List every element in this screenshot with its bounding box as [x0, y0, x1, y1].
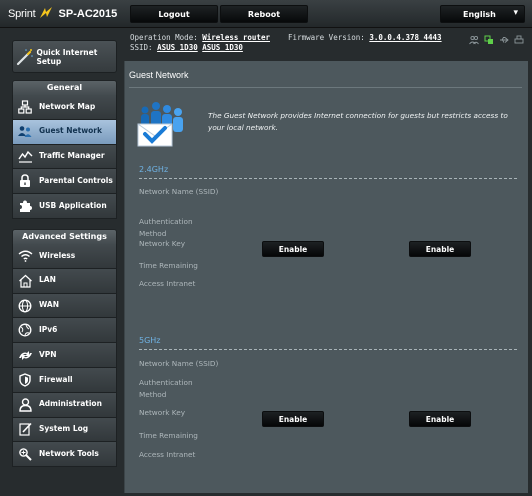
logout-button[interactable]: Logout	[130, 5, 218, 23]
field-label-authentication: Authentication Method	[139, 217, 193, 238]
globe-icon	[13, 294, 37, 318]
system-log-icon	[13, 417, 37, 441]
ssid-label: SSID:	[130, 43, 153, 52]
shield-icon	[13, 368, 37, 392]
enable-24ghz-guest2-button[interactable]: Enable	[409, 241, 471, 257]
status-icons	[469, 35, 524, 47]
brand-logo: Sprint SP-AC2015	[8, 6, 117, 22]
title-divider	[129, 87, 522, 88]
sidebar-item-system-log[interactable]: System Log	[12, 417, 117, 443]
guest-network-illustration-icon	[136, 98, 196, 150]
sidebar-item-label: USB Application	[39, 200, 107, 210]
language-select[interactable]: English ▾	[440, 5, 525, 23]
band-24ghz-title: 2.4GHz	[139, 165, 169, 174]
usb-icon[interactable]	[499, 35, 509, 47]
band-24ghz-divider	[139, 178, 517, 179]
ssid-5-link[interactable]: ASUS_1D30	[202, 43, 243, 52]
quick-internet-setup-button[interactable]: Quick Internet Setup	[12, 40, 117, 73]
wifi-icon	[13, 244, 37, 268]
vpn-icon	[13, 343, 37, 367]
page-title: Guest Network	[129, 70, 189, 80]
model-name: SP-AC2015	[58, 8, 118, 20]
sidebar-item-firewall[interactable]: Firewall	[12, 367, 117, 393]
sidebar-item-wireless[interactable]: Wireless	[12, 244, 117, 269]
sidebar-item-label: Wireless	[39, 250, 76, 260]
field-label-network-key: Network Key	[139, 239, 186, 248]
sidebar-item-usb-application[interactable]: USB Application	[12, 194, 117, 219]
sidebar-item-traffic-manager[interactable]: Traffic Manager	[12, 144, 117, 170]
field-label-ssid: Network Name (SSID)	[139, 359, 219, 368]
field-label-authentication: Authentication Method	[139, 378, 193, 399]
operation-mode-label: Operation Mode:	[130, 33, 198, 42]
sidebar-item-label: LAN	[39, 275, 56, 285]
guest-network-description: The Guest Network provides Internet conn…	[208, 111, 508, 132]
sidebar-item-label: Administration	[39, 399, 102, 409]
sprint-swoosh-icon	[39, 6, 53, 23]
lock-icon	[13, 169, 37, 193]
carrier-name: Sprint	[8, 8, 36, 20]
home-icon	[13, 269, 37, 293]
printer-icon[interactable]	[514, 35, 524, 47]
internet-connected-icon[interactable]	[484, 35, 494, 47]
chevron-down-icon: ▾	[513, 8, 518, 18]
field-label-time-remaining: Time Remaining	[139, 261, 198, 270]
quick-internet-setup-label: Quick Internet Setup	[36, 47, 98, 66]
top-bar: Sprint SP-AC2015 Logout Reboot English ▾	[0, 0, 532, 28]
sidebar-item-label: Firewall	[39, 374, 73, 384]
general-heading: General	[12, 80, 117, 96]
sidebar-item-ipv6[interactable]: IPv6	[12, 318, 117, 344]
admin-user-icon	[13, 393, 37, 417]
firmware-label: Firmware Version:	[288, 33, 365, 42]
enable-5ghz-guest2-button[interactable]: Enable	[409, 411, 471, 427]
sidebar-item-label: Network Tools	[39, 449, 99, 459]
guest-network-icon	[13, 120, 37, 144]
magic-wand-icon	[13, 44, 36, 70]
sidebar-item-label: Guest Network	[39, 126, 102, 136]
band-5ghz-title: 5GHz	[139, 336, 161, 345]
sidebar-item-label: System Log	[39, 424, 89, 434]
traffic-manager-icon	[13, 145, 37, 169]
network-tools-icon	[13, 442, 37, 466]
main-panel: Guest Network The Guest Network provides…	[124, 61, 528, 493]
advanced-settings-heading: Advanced Settings	[12, 229, 117, 245]
sidebar-item-wan[interactable]: WAN	[12, 293, 117, 319]
sidebar-item-parental-controls[interactable]: Parental Controls	[12, 169, 117, 195]
sidebar-item-vpn[interactable]: VPN	[12, 343, 117, 368]
band-5ghz-divider	[139, 349, 517, 350]
field-label-network-key: Network Key	[139, 408, 186, 417]
sidebar-item-label: IPv6	[39, 325, 58, 335]
firmware-link[interactable]: 3.0.0.4.378_4443	[369, 33, 441, 42]
sidebar-item-label: Parental Controls	[39, 176, 113, 186]
general-menu: Network Map Guest Network Traffic Manage…	[12, 95, 117, 219]
field-label-access-intranet: Access Intranet	[139, 450, 196, 459]
sidebar-item-label: Traffic Manager	[39, 151, 105, 161]
sidebar-item-network-map[interactable]: Network Map	[12, 95, 117, 120]
sidebar-item-label: VPN	[39, 349, 57, 359]
sidebar-item-label: Network Map	[39, 101, 96, 111]
sidebar-item-administration[interactable]: Administration	[12, 392, 117, 418]
status-info-strip: Operation Mode: Wireless router Firmware…	[126, 31, 528, 61]
operation-mode-link[interactable]: Wireless router	[202, 33, 270, 42]
advanced-menu: Wireless LAN WAN IPv6 VPN Firewall Admin…	[12, 244, 117, 468]
ipv6-globe-icon	[13, 318, 37, 342]
field-label-ssid: Network Name (SSID)	[139, 187, 219, 196]
field-label-access-intranet: Access Intranet	[139, 279, 196, 288]
sidebar-item-network-tools[interactable]: Network Tools	[12, 442, 117, 468]
network-map-icon	[13, 95, 37, 119]
enable-24ghz-guest1-button[interactable]: Enable	[262, 241, 324, 257]
reboot-button[interactable]: Reboot	[220, 5, 308, 23]
ssid-24-link[interactable]: ASUS_1D30	[157, 43, 198, 52]
sidebar-item-guest-network[interactable]: Guest Network	[12, 119, 117, 145]
language-value: English	[463, 9, 496, 19]
sidebar-item-label: WAN	[39, 300, 60, 310]
puzzle-icon	[13, 194, 37, 218]
sidebar-item-lan[interactable]: LAN	[12, 268, 117, 294]
enable-5ghz-guest1-button[interactable]: Enable	[262, 411, 324, 427]
clients-icon[interactable]	[469, 35, 479, 47]
field-label-time-remaining: Time Remaining	[139, 431, 198, 440]
